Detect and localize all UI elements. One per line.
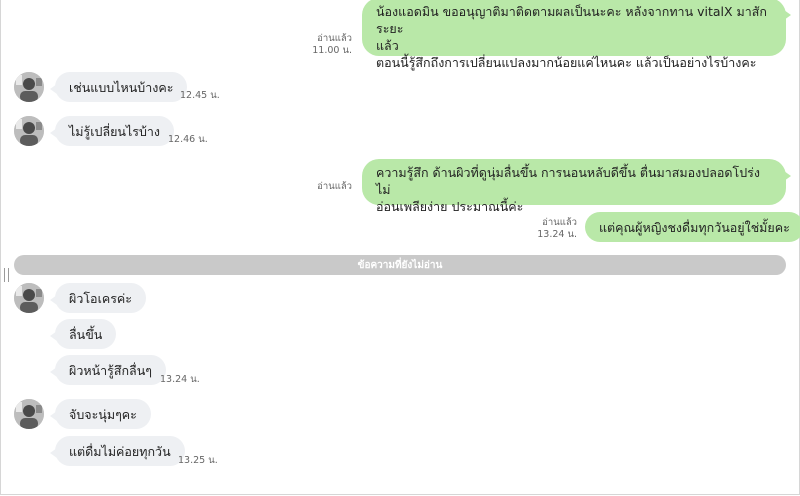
message-line: ความรู้สึก ด้านผิวที่ดูนุ่มลื่นขึ้น การน… xyxy=(376,165,760,197)
incoming-message[interactable]: ผิวโอเครค่ะ xyxy=(50,283,146,313)
avatar[interactable] xyxy=(14,72,44,102)
unread-messages-divider: ข้อความที่ยังไม่อ่าน xyxy=(14,255,786,275)
outgoing-message[interactable]: แต่คุณผู้หญิงชงดื่มทุกวันอยู่ใช่มั้ยคะ xyxy=(585,212,800,242)
avatar[interactable] xyxy=(14,399,44,429)
message-read-status: อ่านแล้ว 13.24 น. xyxy=(537,217,577,240)
message-line: น้องแอดมิน ขออนุญาติมาติดตามผลเป็นนะคะ ห… xyxy=(376,4,767,36)
incoming-message[interactable]: แต่ดื่มไม่ค่อยทุกวัน xyxy=(50,436,185,466)
incoming-message[interactable]: ไม่รู้เปลี่ยนไรบ้าง xyxy=(49,116,175,146)
message-time: 13.25 น. xyxy=(178,455,218,466)
outgoing-message[interactable]: น้องแอดมิน ขออนุญาติมาติดตามผลเป็นนะคะ ห… xyxy=(362,0,791,70)
outgoing-message[interactable]: ความรู้สึก ด้านผิวที่ดูนุ่มลื่นขึ้น การน… xyxy=(362,159,791,214)
incoming-message[interactable]: ลื่นขึ้น xyxy=(49,319,117,349)
message-time: 13.24 น. xyxy=(160,374,200,385)
resize-handle[interactable] xyxy=(4,268,9,282)
chat-window: อ่านแล้ว 11.00 น. น้องแอดมิน ขออนุญาติมา… xyxy=(0,0,800,495)
message-read-status: อ่านแล้ว xyxy=(317,181,352,192)
avatar-photo-icon xyxy=(14,399,44,429)
incoming-message[interactable]: ผิวหน้ารู้สึกลื่นๆ xyxy=(50,355,166,385)
message-time: 12.46 น. xyxy=(168,134,208,145)
message-line: ตอนนี้รู้สึกถึงการเปลี่ยนแปลงมากน้อยแค่ไ… xyxy=(376,55,757,70)
message-line: แล้ว xyxy=(376,38,399,53)
avatar[interactable] xyxy=(14,283,44,313)
avatar[interactable] xyxy=(14,116,44,146)
incoming-message[interactable]: จับจะนุ่มๆคะ xyxy=(50,399,151,429)
message-time: 12.45 น. xyxy=(180,90,220,101)
avatar-photo-icon xyxy=(14,116,44,146)
avatar-photo-icon xyxy=(14,72,44,102)
message-read-status: อ่านแล้ว 11.00 น. xyxy=(312,33,352,56)
incoming-message[interactable]: เช่นแบบไหนบ้างคะ xyxy=(49,72,188,102)
avatar-photo-icon xyxy=(14,283,44,313)
